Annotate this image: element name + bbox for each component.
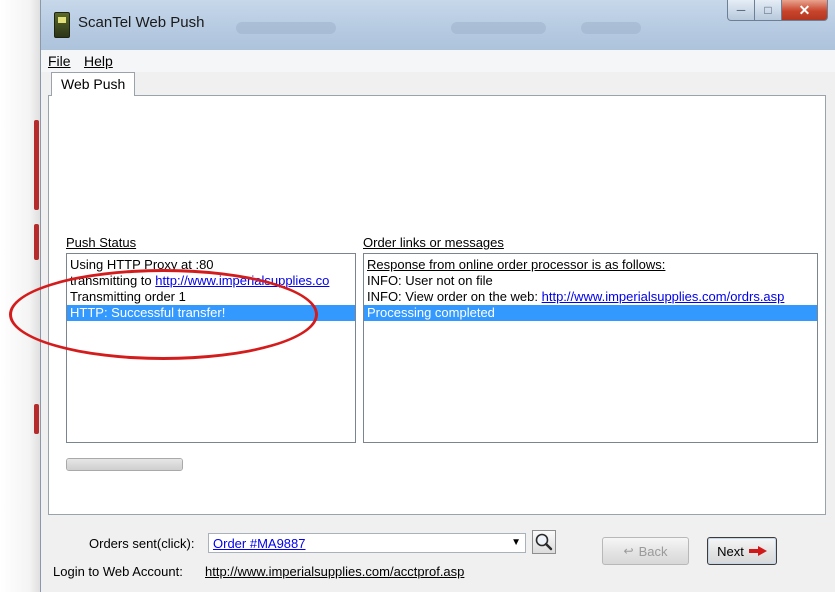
list-item[interactable]: Transmitting order 1 xyxy=(67,289,355,305)
close-button[interactable]: ✕ xyxy=(782,0,828,21)
close-icon: ✕ xyxy=(798,1,811,18)
list-item[interactable]: Response from online order processor is … xyxy=(364,257,817,273)
background-mark xyxy=(34,120,39,210)
login-label: Login to Web Account: xyxy=(53,564,183,579)
login-url-link[interactable]: http://www.imperialsupplies.com/acctprof… xyxy=(205,564,464,579)
search-button[interactable] xyxy=(532,530,556,554)
list-item-selected[interactable]: Processing completed xyxy=(364,305,817,321)
list-item[interactable]: Using HTTP Proxy at :80 xyxy=(67,257,355,273)
orders-sent-value: Order #MA9887 xyxy=(213,536,306,551)
background-strip xyxy=(0,0,42,592)
menu-file[interactable]: File xyxy=(48,53,71,69)
maximize-icon: □ xyxy=(764,3,772,17)
next-button[interactable]: Next xyxy=(707,537,777,565)
order-messages-label: Order links or messages xyxy=(363,235,504,250)
tab-web-push[interactable]: Web Push xyxy=(51,72,136,96)
app-window: ScanTel Web Push ─ □ ✕ File Help Web Pus… xyxy=(40,0,835,592)
back-button[interactable]: ↩ Back xyxy=(602,537,689,565)
arrow-right-icon xyxy=(748,546,767,556)
transmit-url-link[interactable]: http://www.imperialsupplies.co xyxy=(155,273,329,288)
back-arrow-icon: ↩ xyxy=(623,544,634,558)
dropdown-arrow-icon[interactable]: ▼ xyxy=(511,537,521,548)
orders-sent-dropdown[interactable]: Order #MA9887 ▼ xyxy=(208,533,526,553)
list-item[interactable]: INFO: View order on the web: http://www.… xyxy=(364,289,817,305)
push-status-list[interactable]: Using HTTP Proxy at :80 transmitting to … xyxy=(66,253,356,443)
minimize-button[interactable]: ─ xyxy=(727,0,755,21)
next-button-label: Next xyxy=(717,543,744,559)
magnifier-icon xyxy=(535,533,553,551)
minimize-icon: ─ xyxy=(736,3,746,17)
menu-bar: File Help xyxy=(41,50,835,72)
background-mark xyxy=(34,224,39,260)
order-messages-list[interactable]: Response from online order processor is … xyxy=(363,253,818,443)
app-icon xyxy=(54,12,70,38)
progress-bar xyxy=(66,458,183,471)
background-mark xyxy=(34,404,39,434)
maximize-button[interactable]: □ xyxy=(755,0,782,21)
progress-fill xyxy=(67,459,182,470)
window-title: ScanTel Web Push xyxy=(78,14,205,31)
list-item[interactable]: INFO: User not on file xyxy=(364,273,817,289)
list-item[interactable]: transmitting to http://www.imperialsuppl… xyxy=(67,273,355,289)
title-bar[interactable]: ScanTel Web Push ─ □ ✕ xyxy=(41,0,835,50)
push-status-label: Push Status xyxy=(66,235,137,250)
menu-help[interactable]: Help xyxy=(84,53,113,69)
back-button-label: Back xyxy=(638,543,668,559)
orders-sent-label: Orders sent(click): xyxy=(89,536,195,551)
order-url-link[interactable]: http://www.imperialsupplies.com/ordrs.as… xyxy=(542,289,785,304)
caption-buttons: ─ □ ✕ xyxy=(727,0,828,21)
list-item-selected[interactable]: HTTP: Successful transfer! xyxy=(67,305,355,321)
